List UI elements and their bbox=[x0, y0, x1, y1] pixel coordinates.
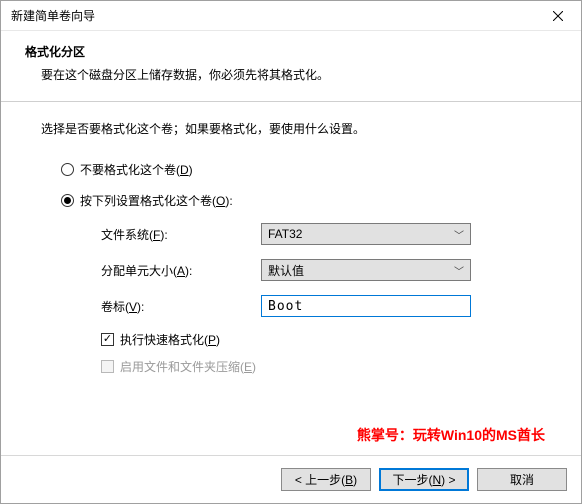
option-label: 不要格式化这个卷(D) bbox=[80, 161, 193, 178]
content-area: 选择是否要格式化这个卷；如果要格式化，要使用什么设置。 不要格式化这个卷(D) … bbox=[1, 102, 581, 375]
chevron-down-icon: ﹀ bbox=[454, 227, 464, 242]
allocation-unit-select[interactable]: 默认值 ﹀ bbox=[261, 259, 471, 281]
volume-label-input[interactable] bbox=[261, 295, 471, 317]
select-value: FAT32 bbox=[268, 227, 302, 241]
allocation-unit-label: 分配单元大小(A): bbox=[101, 262, 261, 279]
checkbox-quick-format[interactable]: 执行快速格式化(P) bbox=[101, 331, 541, 348]
cancel-button[interactable]: 取消 bbox=[477, 468, 567, 491]
radio-icon bbox=[61, 163, 74, 176]
option-do-not-format[interactable]: 不要格式化这个卷(D) bbox=[61, 161, 541, 178]
file-system-label: 文件系统(F): bbox=[101, 226, 261, 243]
row-allocation-unit: 分配单元大小(A): 默认值 ﹀ bbox=[101, 259, 541, 281]
row-file-system: 文件系统(F): FAT32 ﹀ bbox=[101, 223, 541, 245]
page-subtitle: 要在这个磁盘分区上储存数据，你必须先将其格式化。 bbox=[41, 66, 551, 83]
volume-label-caption: 卷标(V): bbox=[101, 298, 261, 315]
back-button[interactable]: < 上一步(B) bbox=[281, 468, 371, 491]
checkbox-label: 执行快速格式化(P) bbox=[120, 331, 220, 348]
page-header: 格式化分区 要在这个磁盘分区上储存数据，你必须先将其格式化。 bbox=[1, 31, 581, 101]
wizard-footer: < 上一步(B) 下一步(N) > 取消 bbox=[1, 455, 581, 503]
option-format-with-settings[interactable]: 按下列设置格式化这个卷(O): bbox=[61, 192, 541, 209]
file-system-select[interactable]: FAT32 ﹀ bbox=[261, 223, 471, 245]
chevron-down-icon: ﹀ bbox=[454, 263, 464, 278]
row-volume-label: 卷标(V): bbox=[101, 295, 541, 317]
titlebar: 新建简单卷向导 bbox=[1, 1, 581, 31]
instruction-text: 选择是否要格式化这个卷；如果要格式化，要使用什么设置。 bbox=[41, 120, 541, 137]
wizard-window: 新建简单卷向导 格式化分区 要在这个磁盘分区上储存数据，你必须先将其格式化。 选… bbox=[0, 0, 582, 504]
radio-icon bbox=[61, 194, 74, 207]
close-icon bbox=[553, 11, 563, 21]
checkbox-icon bbox=[101, 360, 114, 373]
format-settings: 文件系统(F): FAT32 ﹀ 分配单元大小(A): 默认值 ﹀ 卷标(V bbox=[101, 223, 541, 375]
checkbox-icon bbox=[101, 333, 114, 346]
close-button[interactable] bbox=[535, 1, 581, 31]
checkbox-label: 启用文件和文件夹压缩(E) bbox=[120, 358, 256, 375]
next-button[interactable]: 下一步(N) > bbox=[379, 468, 469, 491]
window-title: 新建简单卷向导 bbox=[11, 7, 95, 24]
page-title: 格式化分区 bbox=[25, 43, 551, 60]
watermark-text: 熊掌号：玩转Win10的MS酋长 bbox=[357, 425, 545, 445]
checkbox-enable-compression: 启用文件和文件夹压缩(E) bbox=[101, 358, 541, 375]
option-label: 按下列设置格式化这个卷(O): bbox=[80, 192, 233, 209]
select-value: 默认值 bbox=[268, 262, 304, 279]
